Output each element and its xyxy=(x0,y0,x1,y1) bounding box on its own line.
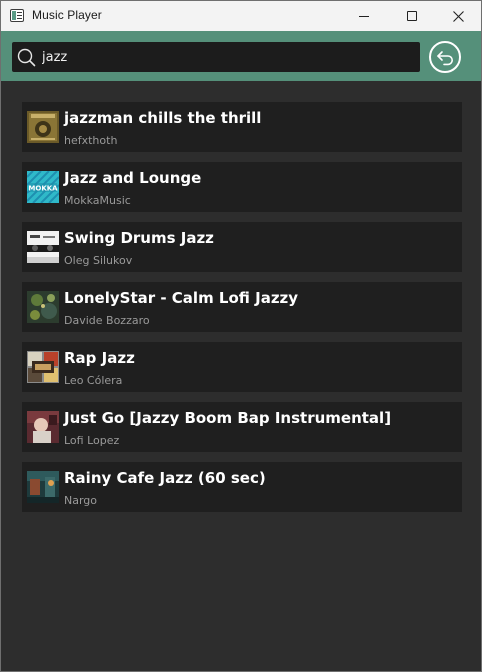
search-icon xyxy=(17,48,36,67)
track-title: Rap Jazz xyxy=(64,349,135,367)
close-button[interactable] xyxy=(435,1,481,31)
track-title: Just Go [Jazzy Boom Bap Instrumental] xyxy=(64,409,392,427)
track-artist: hefxthoth xyxy=(64,134,118,147)
track-artist: Oleg Silukov xyxy=(64,254,133,267)
track-title: Swing Drums Jazz xyxy=(64,229,214,247)
back-button[interactable] xyxy=(429,41,461,73)
album-art xyxy=(27,291,59,323)
track-title: Jazz and Lounge xyxy=(64,169,202,187)
result-item[interactable]: jazzman chills the thrill hefxthoth xyxy=(22,102,462,152)
search-input[interactable] xyxy=(42,42,412,72)
track-artist: Leo Cólera xyxy=(64,374,123,387)
mokka-logo-text: MOKKA xyxy=(28,185,58,193)
album-art xyxy=(27,411,59,443)
title-bar[interactable]: Music Player xyxy=(1,1,481,31)
result-item[interactable]: Just Go [Jazzy Boom Bap Instrumental] Lo… xyxy=(22,402,462,452)
minimize-button[interactable] xyxy=(341,1,387,31)
track-title: jazzman chills the thrill xyxy=(64,109,262,127)
header-bar xyxy=(1,31,481,81)
track-title: LonelyStar - Calm Lofi Jazzy xyxy=(64,289,299,307)
track-title: Rainy Cafe Jazz (60 sec) xyxy=(64,469,266,487)
result-item[interactable]: MOKKA Jazz and Lounge MokkaMusic xyxy=(22,162,462,212)
track-artist: Lofi Lopez xyxy=(64,434,120,447)
search-results-list: jazzman chills the thrill hefxthoth MOKK… xyxy=(22,102,462,522)
album-art: MOKKA xyxy=(27,171,59,203)
album-art xyxy=(27,231,59,263)
track-artist: MokkaMusic xyxy=(64,194,131,207)
result-item[interactable]: Rap Jazz Leo Cólera xyxy=(22,342,462,392)
track-artist: Nargo xyxy=(64,494,98,507)
result-item[interactable]: Swing Drums Jazz Oleg Silukov xyxy=(22,222,462,272)
album-art xyxy=(27,471,59,503)
app-icon xyxy=(10,9,24,22)
close-icon xyxy=(453,11,464,22)
track-artist: Davide Bozzaro xyxy=(64,314,150,327)
album-art xyxy=(27,111,59,143)
window-title: Music Player xyxy=(32,8,102,22)
app-window: Music Player jazz jazzman chills the thr… xyxy=(0,0,482,672)
maximize-button[interactable] xyxy=(389,1,435,31)
album-art xyxy=(27,351,59,383)
search-box[interactable] xyxy=(12,42,420,72)
result-item[interactable]: LonelyStar - Calm Lofi Jazzy Davide Bozz… xyxy=(22,282,462,332)
result-item[interactable]: Rainy Cafe Jazz (60 sec) Nargo xyxy=(22,462,462,512)
back-arrow-icon xyxy=(437,51,453,66)
